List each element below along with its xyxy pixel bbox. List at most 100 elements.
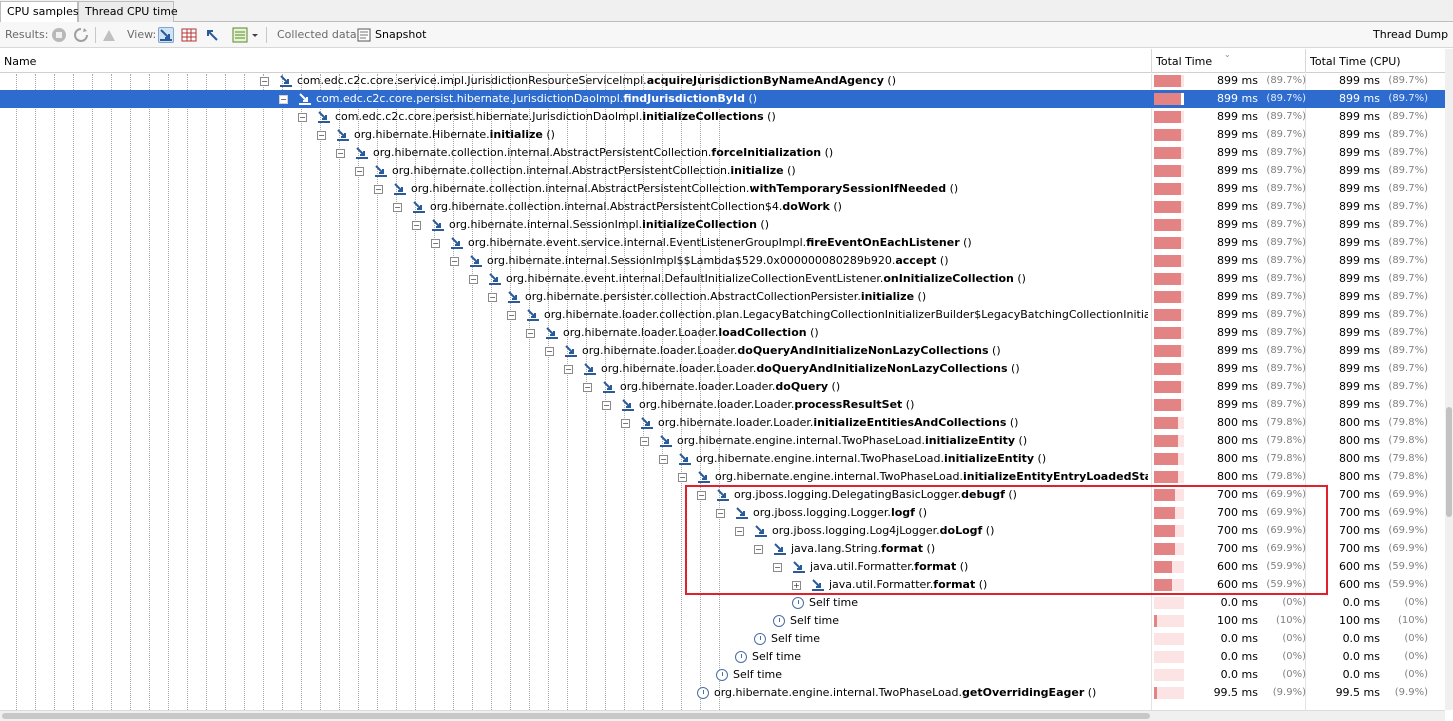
method-name: org.hibernate.loader.Loader.doQueryAndIn… <box>582 342 1148 360</box>
table-row[interactable]: − org.hibernate.collection.internal.Abstr… <box>0 180 1445 198</box>
self-time-label: Self time <box>790 612 1148 630</box>
table-row[interactable]: Self time 0.0 ms (0%) 0.0 ms (0%) <box>0 666 1445 684</box>
method-arrow-icon <box>640 416 654 430</box>
cpu-time-percent: (69.9%) <box>1388 489 1428 500</box>
tree-collapse-icon[interactable]: − <box>564 365 573 374</box>
tree-collapse-icon[interactable]: − <box>659 455 668 464</box>
method-params: () <box>1006 416 1019 429</box>
time-bar-fill <box>1154 165 1181 177</box>
table-row[interactable]: − org.hibernate.loader.Loader.doQuery () 8… <box>0 378 1445 396</box>
reset-icon[interactable] <box>101 27 117 43</box>
vertical-scrollbar-thumb[interactable] <box>1446 407 1452 517</box>
table-row[interactable]: − org.hibernate.engine.internal.TwoPhaseL… <box>0 432 1445 450</box>
table-row[interactable]: − org.hibernate.event.service.internal.Ev… <box>0 234 1445 252</box>
table-row[interactable]: − org.hibernate.internal.SessionImpl$$Lam… <box>0 252 1445 270</box>
cpu-time-value: 899 ms <box>1339 200 1380 213</box>
total-time-value: 800 ms <box>1217 452 1258 465</box>
column-total-time-cpu-header[interactable]: Total Time (CPU) <box>1306 49 1401 73</box>
table-row[interactable]: − org.hibernate.engine.internal.TwoPhaseL… <box>0 468 1445 486</box>
horizontal-scrollbar-thumb[interactable] <box>2 713 1150 719</box>
horizontal-scrollbar[interactable] <box>0 710 1445 721</box>
table-row[interactable]: Self time 100 ms (10%) 100 ms (10%) <box>0 612 1445 630</box>
tree-collapse-icon[interactable]: − <box>488 293 497 302</box>
column-name-header[interactable]: Name <box>0 49 36 73</box>
tree-collapse-icon[interactable]: − <box>621 419 630 428</box>
tree-collapse-icon[interactable]: − <box>602 401 611 410</box>
total-time-value: 899 ms <box>1217 164 1258 177</box>
vertical-scrollbar[interactable] <box>1445 49 1453 710</box>
stop-icon[interactable] <box>51 27 67 43</box>
tree-collapse-icon[interactable]: − <box>260 77 269 86</box>
tree-collapse-icon[interactable]: − <box>640 437 649 446</box>
table-row[interactable]: Self time 0.0 ms (0%) 0.0 ms (0%) <box>0 630 1445 648</box>
total-time-percent: (89.7%) <box>1266 111 1306 122</box>
combined-view-icon[interactable] <box>232 27 248 43</box>
cpu-time-percent: (69.9%) <box>1388 507 1428 518</box>
table-row[interactable]: − com.edc.c2c.core.service.impl.Jurisdict… <box>0 74 1445 90</box>
method-identifier: initialize <box>730 164 784 177</box>
back-traces-view-icon[interactable] <box>204 27 220 43</box>
table-row[interactable]: − org.hibernate.collection.internal.Abstr… <box>0 198 1445 216</box>
tree-collapse-icon[interactable]: − <box>545 347 554 356</box>
clock-icon <box>773 615 785 627</box>
cpu-time-value: 899 ms <box>1339 290 1380 303</box>
tab-thread-cpu-time[interactable]: Thread CPU time <box>78 1 178 22</box>
method-class: Self time <box>771 632 821 645</box>
tree-collapse-icon[interactable]: − <box>412 221 421 230</box>
total-time-value: 899 ms <box>1217 236 1258 249</box>
table-row[interactable]: − org.hibernate.internal.SessionImpl.init… <box>0 216 1445 234</box>
table-row[interactable]: − com.edc.c2c.core.persist.hibernate.Juri… <box>0 90 1445 108</box>
call-tree-view-icon[interactable] <box>158 27 174 43</box>
tree-collapse-icon[interactable]: − <box>279 95 288 104</box>
tree-collapse-icon[interactable]: − <box>336 149 345 158</box>
table-row[interactable]: − org.hibernate.collection.internal.Abstr… <box>0 162 1445 180</box>
table-row[interactable]: Self time 0.0 ms (0%) 0.0 ms (0%) <box>0 648 1445 666</box>
cpu-time-value: 899 ms <box>1339 218 1380 231</box>
table-row[interactable]: − org.hibernate.loader.Loader.loadCollect… <box>0 324 1445 342</box>
table-row[interactable]: − org.hibernate.collection.internal.Abstr… <box>0 144 1445 162</box>
tree-collapse-icon[interactable]: − <box>526 329 535 338</box>
tree-collapse-icon[interactable]: − <box>298 113 307 122</box>
tree-collapse-icon[interactable]: − <box>393 203 402 212</box>
time-bar <box>1154 201 1184 213</box>
hot-spots-view-icon[interactable] <box>181 27 197 43</box>
tree-collapse-icon[interactable]: − <box>583 383 592 392</box>
method-params: () <box>936 254 949 267</box>
chevron-down-icon[interactable] <box>250 27 260 43</box>
table-row[interactable]: − org.hibernate.persister.collection.Abst… <box>0 288 1445 306</box>
tree-collapse-icon[interactable]: − <box>317 131 326 140</box>
tree-collapse-icon[interactable]: − <box>355 167 364 176</box>
table-row[interactable]: − org.hibernate.loader.Loader.doQueryAndI… <box>0 342 1445 360</box>
table-row[interactable]: − com.edc.c2c.core.persist.hibernate.Juri… <box>0 108 1445 126</box>
tree-collapse-icon[interactable]: − <box>374 185 383 194</box>
call-tree-table[interactable]: − com.edc.c2c.core.service.impl.Jurisdict… <box>0 74 1445 710</box>
tree-collapse-icon[interactable]: − <box>450 257 459 266</box>
tree-collapse-icon[interactable]: − <box>678 473 687 482</box>
table-row[interactable]: Self time 0.0 ms (0%) 0.0 ms (0%) <box>0 594 1445 612</box>
total-time-value: 0.0 ms <box>1220 632 1258 645</box>
table-row[interactable]: − org.hibernate.event.internal.DefaultIni… <box>0 270 1445 288</box>
time-bar-fill <box>1154 327 1181 339</box>
cpu-time-value: 800 ms <box>1339 452 1380 465</box>
table-row[interactable]: − org.hibernate.Hibernate.initialize () 89… <box>0 126 1445 144</box>
cpu-time-value: 899 ms <box>1339 254 1380 267</box>
thread-dump-button[interactable]: Thread Dump <box>1373 22 1448 48</box>
method-arrow-icon <box>298 92 312 106</box>
table-row[interactable]: − org.hibernate.loader.Loader.initializeE… <box>0 414 1445 432</box>
tree-collapse-icon[interactable]: − <box>431 239 440 248</box>
snapshot-button[interactable]: Snapshot <box>375 22 426 48</box>
table-row[interactable]: − org.hibernate.engine.internal.TwoPhaseL… <box>0 450 1445 468</box>
column-total-time-header[interactable]: Total Time <box>1152 49 1212 73</box>
tree-collapse-icon[interactable]: − <box>469 275 478 284</box>
snapshot-icon[interactable] <box>356 27 372 43</box>
table-row[interactable]: − org.hibernate.loader.collection.plan.Le… <box>0 306 1445 324</box>
time-bar-fill <box>1154 291 1181 303</box>
tab-cpu-samples[interactable]: CPU samples <box>0 1 79 23</box>
cpu-time-percent: (9.9%) <box>1394 687 1428 698</box>
tree-collapse-icon[interactable]: − <box>507 311 516 320</box>
table-row[interactable]: org.hibernate.engine.internal.TwoPhaseLo… <box>0 684 1445 702</box>
refresh-icon[interactable] <box>73 27 89 43</box>
time-bar-fill <box>1154 201 1181 213</box>
table-row[interactable]: − org.hibernate.loader.Loader.doQueryAndI… <box>0 360 1445 378</box>
table-row[interactable]: − org.hibernate.loader.Loader.processResu… <box>0 396 1445 414</box>
